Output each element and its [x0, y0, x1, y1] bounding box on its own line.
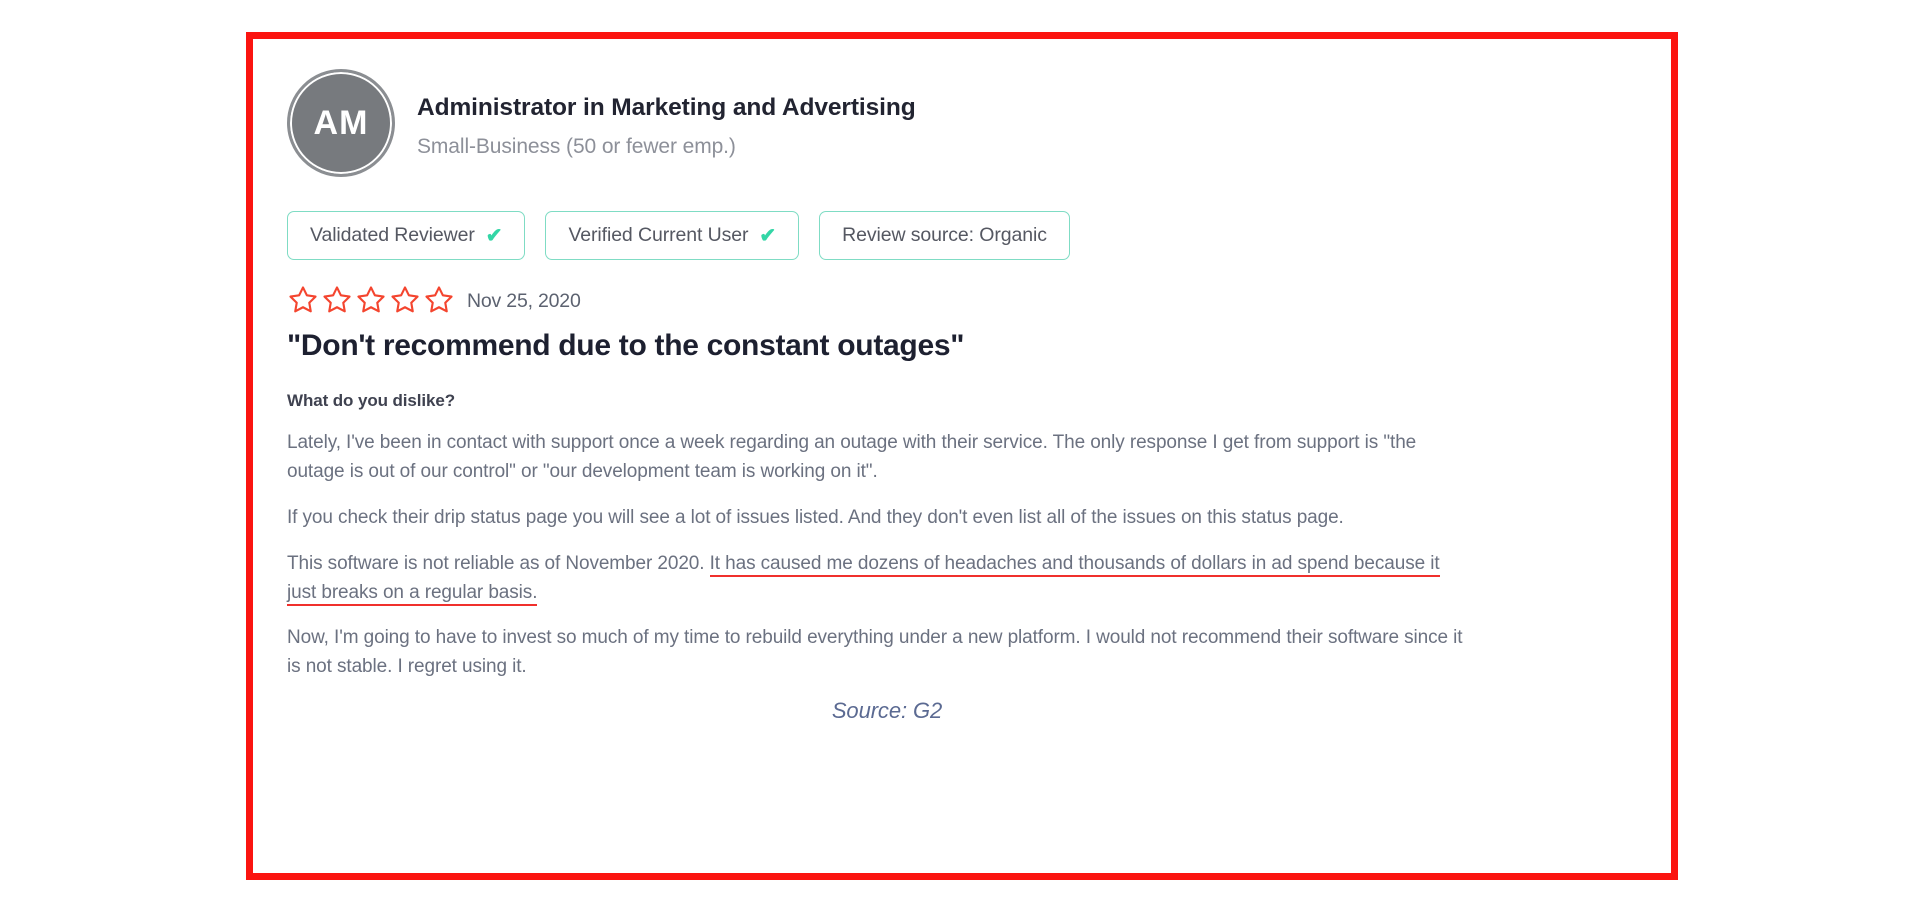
review-card-annotation-frame: AM Administrator in Marketing and Advert…	[246, 32, 1678, 880]
review-paragraph: Lately, I've been in contact with suppor…	[287, 429, 1472, 487]
paragraph-text: If you check their drip status page you …	[287, 506, 1344, 528]
badge-label: Validated Reviewer	[310, 224, 475, 246]
badge-validated-reviewer: Validated Reviewer ✔	[287, 211, 526, 260]
badge-verified-current-user: Verified Current User ✔	[545, 211, 800, 260]
review-date: Nov 25, 2020	[467, 289, 581, 312]
badge-label: Verified Current User	[568, 224, 749, 246]
avatar-initials: AM	[313, 103, 369, 142]
star-icon	[389, 284, 421, 316]
star-icon	[355, 284, 387, 316]
review-body: What do you dislike? Lately, I've been i…	[287, 391, 1472, 682]
reviewer-header: AM Administrator in Marketing and Advert…	[287, 69, 1637, 177]
check-icon: ✔	[485, 224, 503, 247]
paragraph-text: This software is not reliable as of Nove…	[287, 552, 710, 574]
star-rating	[287, 284, 455, 316]
review-paragraph: This software is not reliable as of Nove…	[287, 550, 1472, 608]
review-question-label: What do you dislike?	[287, 391, 456, 410]
star-icon	[287, 284, 319, 316]
badge-row: Validated Reviewer ✔ Verified Current Us…	[287, 211, 1637, 260]
star-icon	[321, 284, 353, 316]
reviewer-company-size: Small-Business (50 or fewer emp.)	[417, 134, 736, 158]
review-card: AM Administrator in Marketing and Advert…	[253, 39, 1671, 873]
review-paragraph: Now, I'm going to have to invest so much…	[287, 624, 1472, 682]
page-root: AM Administrator in Marketing and Advert…	[0, 0, 1920, 916]
source-label: Source: G2	[831, 698, 943, 724]
reviewer-title: Administrator in Marketing and Advertisi…	[417, 94, 916, 121]
star-icon	[423, 284, 455, 316]
review-paragraph: If you check their drip status page you …	[287, 504, 1472, 533]
avatar: AM	[287, 69, 395, 177]
paragraph-text: Now, I'm going to have to invest so much…	[287, 627, 1463, 678]
reviewer-meta: Administrator in Marketing and Advertisi…	[417, 69, 916, 159]
paragraph-text: Lately, I've been in contact with suppor…	[287, 432, 1417, 482]
badge-review-source: Review source: Organic	[819, 211, 1070, 260]
rating-row: Nov 25, 2020	[287, 284, 1637, 316]
check-icon: ✔	[759, 224, 777, 247]
review-title: "Don't recommend due to the constant out…	[287, 329, 965, 362]
badge-label: Review source: Organic	[842, 224, 1047, 246]
